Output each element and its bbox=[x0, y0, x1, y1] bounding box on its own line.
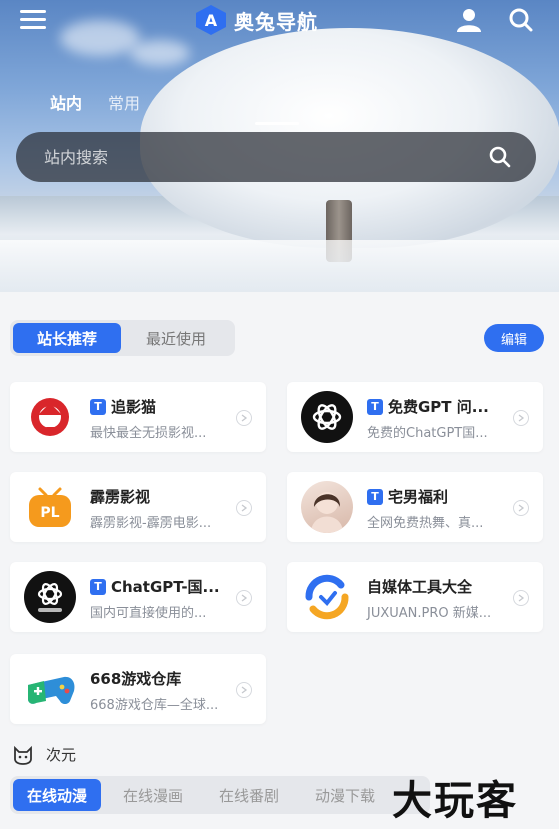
chevron-right-icon bbox=[236, 410, 252, 426]
pl-tv-logo-icon: PL bbox=[24, 481, 76, 533]
card-title-row: T 免费GPT 问... bbox=[367, 396, 489, 417]
card-title: 宅男福利 bbox=[388, 488, 449, 506]
cat-face-icon bbox=[14, 745, 32, 765]
tab-online-anime[interactable]: 在线动漫 bbox=[13, 779, 102, 811]
section-header: 次元 bbox=[12, 744, 76, 765]
site-card-pili[interactable]: PL 霹雳影视 霹雳影视-霹雳电影... bbox=[10, 472, 266, 542]
site-card-chatgpt-cn[interactable]: T ChatGPT-国... 国内可直接使用的... bbox=[10, 562, 266, 632]
card-title: 追影猫 bbox=[111, 398, 157, 416]
segment-recommended[interactable]: 站长推荐 bbox=[13, 323, 121, 353]
site-card-zhainan[interactable]: T 宅男福利 全网免费热舞、真... bbox=[287, 472, 543, 542]
tab-site[interactable]: 站内 bbox=[50, 90, 82, 114]
section-title: 次元 bbox=[46, 746, 77, 764]
tab-common[interactable]: 常用 bbox=[108, 90, 140, 114]
top-bar: A 奥兔导航 bbox=[0, 0, 559, 40]
chevron-right-icon bbox=[236, 682, 252, 698]
card-title: 免费GPT 问... bbox=[388, 398, 489, 416]
recommend-segment: 站长推荐 最近使用 bbox=[10, 320, 235, 356]
section-tabs: 在线动漫 在线漫画 在线番剧 动漫下载 bbox=[10, 776, 430, 814]
chevron-right-icon bbox=[236, 590, 252, 606]
card-title: 668游戏仓库 bbox=[90, 670, 182, 688]
chevron-right-icon bbox=[513, 500, 529, 516]
card-desc: 霹雳影视-霹雳电影... bbox=[90, 516, 212, 531]
card-desc: 全网免费热舞、真... bbox=[367, 516, 484, 531]
hero-banner: A 奥兔导航 站内 常用 bbox=[0, 0, 559, 292]
card-title-row: 自媒体工具大全 bbox=[367, 576, 472, 597]
tag-badge: T bbox=[90, 578, 106, 595]
search-tabs: 站内 常用 bbox=[50, 90, 140, 114]
tag-badge: T bbox=[367, 398, 383, 415]
openai-logo-icon bbox=[301, 391, 353, 443]
card-title: 自媒体工具大全 bbox=[367, 578, 473, 596]
tab-indicator bbox=[255, 122, 299, 125]
svg-text:A: A bbox=[205, 11, 218, 30]
card-title-row: T ChatGPT-国... bbox=[90, 576, 220, 597]
openai-logo-dark-icon bbox=[24, 571, 76, 623]
card-title-row: T 追影猫 bbox=[90, 396, 156, 417]
card-desc: 668游戏仓库—全球... bbox=[90, 698, 219, 713]
segment-recent[interactable]: 最近使用 bbox=[121, 323, 231, 353]
avatar-photo bbox=[301, 481, 353, 533]
menu-icon[interactable] bbox=[20, 10, 46, 30]
edit-button[interactable]: 编辑 bbox=[484, 324, 544, 352]
tag-badge: T bbox=[367, 488, 383, 505]
search-input[interactable] bbox=[44, 147, 488, 167]
svg-text:PL: PL bbox=[40, 505, 59, 521]
tab-online-manga[interactable]: 在线漫画 bbox=[109, 779, 197, 811]
card-title: 霹雳影视 bbox=[90, 488, 151, 506]
red-cat-logo-icon bbox=[24, 391, 76, 443]
user-icon[interactable] bbox=[456, 8, 482, 32]
card-title: ChatGPT-国... bbox=[111, 578, 220, 596]
card-title-row: T 宅男福利 bbox=[367, 486, 448, 507]
gamepad-logo-icon bbox=[24, 663, 76, 715]
search-icon[interactable] bbox=[507, 7, 535, 33]
site-card-zimeiti[interactable]: 自媒体工具大全 JUXUAN.PRO 新媒... bbox=[287, 562, 543, 632]
app-name: 奥兔导航 bbox=[234, 9, 318, 34]
search-submit-icon[interactable] bbox=[488, 145, 512, 169]
tab-anime-download[interactable]: 动漫下载 bbox=[301, 779, 389, 811]
card-title-row: 668游戏仓库 bbox=[90, 668, 181, 689]
logo-badge-icon: A bbox=[194, 4, 228, 36]
site-logo[interactable]: A 奥兔导航 bbox=[194, 4, 318, 36]
tag-badge: T bbox=[90, 398, 106, 415]
card-desc: 国内可直接使用的... bbox=[90, 606, 207, 621]
site-card-zhuiyingmao[interactable]: T 追影猫 最快最全无损影视... bbox=[10, 382, 266, 452]
tab-online-series[interactable]: 在线番剧 bbox=[205, 779, 293, 811]
chevron-right-icon bbox=[236, 500, 252, 516]
site-card-668game[interactable]: 668游戏仓库 668游戏仓库—全球... bbox=[10, 654, 266, 724]
card-title-row: 霹雳影视 bbox=[90, 486, 150, 507]
card-desc: 免费的ChatGPT国... bbox=[367, 426, 488, 441]
chevron-right-icon bbox=[513, 410, 529, 426]
card-desc: JUXUAN.PRO 新媒... bbox=[367, 606, 492, 621]
chevron-right-icon bbox=[513, 590, 529, 606]
search-bar bbox=[16, 132, 536, 182]
juxuan-logo-icon bbox=[301, 571, 353, 623]
watermark: 大玩客 bbox=[392, 777, 518, 824]
site-card-free-gpt[interactable]: T 免费GPT 问... 免费的ChatGPT国... bbox=[287, 382, 543, 452]
card-desc: 最快最全无损影视... bbox=[90, 426, 207, 441]
